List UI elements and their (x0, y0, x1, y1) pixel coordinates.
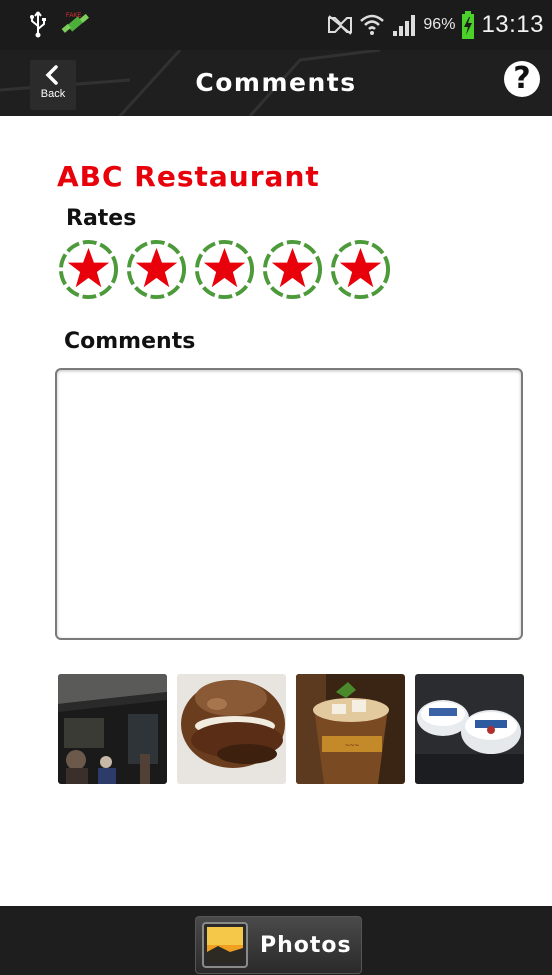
photo-thumbnail[interactable] (177, 674, 286, 784)
clock: 13:13 (481, 11, 544, 38)
restaurant-name: ABC Restaurant (57, 160, 320, 193)
battery-charging-icon (462, 11, 475, 39)
star-rating-icon[interactable] (193, 238, 256, 301)
page-title: Comments (195, 68, 357, 97)
wifi-icon (360, 14, 385, 35)
comments-label: Comments (64, 329, 196, 354)
bottom-bar: Photos (0, 906, 552, 975)
star-rating-icon[interactable] (261, 238, 324, 301)
photos-button[interactable]: Photos (195, 916, 362, 974)
help-button[interactable]: ? (504, 61, 540, 97)
rates-label: Rates (66, 206, 137, 231)
rating-stars[interactable] (57, 238, 397, 300)
status-bar: FAKE 96% 13:13 (0, 0, 552, 50)
star-rating-icon[interactable] (125, 238, 188, 301)
signal-icon (393, 15, 416, 36)
photo-thumbnail[interactable] (58, 674, 167, 784)
star-rating-icon[interactable] (329, 238, 392, 301)
star-rating-icon[interactable] (57, 238, 120, 301)
svg-text:~~~: ~~~ (345, 741, 359, 750)
photo-strip: ~~~ (58, 674, 524, 784)
photos-label: Photos (260, 932, 352, 958)
usb-icon (30, 11, 46, 38)
photo-thumbnail[interactable]: ~~~ (296, 674, 405, 784)
mute-icon (328, 15, 353, 35)
svg-text:FAKE: FAKE (66, 13, 81, 19)
comment-textarea[interactable] (55, 368, 523, 640)
photo-thumbnail[interactable] (415, 674, 524, 784)
header-bar: Back Comments ? (0, 50, 552, 116)
image-icon (202, 922, 248, 968)
gps-icon: FAKE (61, 13, 89, 33)
battery-percent: 96% (423, 16, 456, 33)
